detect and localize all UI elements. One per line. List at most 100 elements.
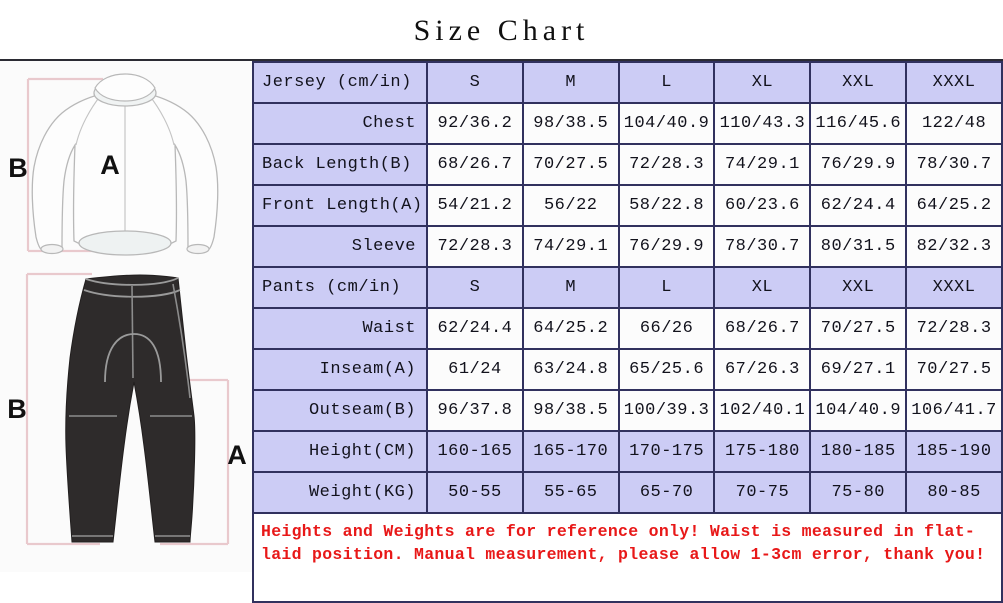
cell-value: 61/24	[426, 348, 524, 391]
cell-value: 98/38.5	[521, 102, 620, 145]
cell-value: 74/29.1	[713, 143, 812, 186]
cell-value: 160-165	[426, 430, 524, 473]
cell-value: 75-80	[809, 471, 908, 514]
size-header-xxxl: XXXL	[905, 61, 1003, 104]
size-header-m: M	[521, 61, 620, 104]
cell-value: 122/48	[905, 102, 1003, 145]
cell-value: 98/38.5	[521, 389, 620, 432]
measurement-note-cell: Heights and Weights are for reference on…	[252, 512, 1003, 603]
cell-value: 175-180	[713, 430, 812, 473]
cell-value: 165-170	[521, 430, 620, 473]
table-row-front-length: Front Length(A) 54/21.2 56/22 58/22.8 60…	[252, 184, 1003, 227]
cell-value: 54/21.2	[426, 184, 524, 227]
cell-value: 104/40.9	[617, 102, 716, 145]
cell-value: 104/40.9	[809, 389, 908, 432]
pants-label-a: A	[227, 440, 247, 470]
jersey-label-b: B	[8, 153, 28, 183]
cell-value: 110/43.3	[713, 102, 812, 145]
table-row-back-length: Back Length(B) 68/26.7 70/27.5 72/28.3 7…	[252, 143, 1003, 186]
pants-label-b: B	[7, 394, 27, 424]
table-row-height: Height(CM) 160-165 165-170 170-175 175-1…	[252, 430, 1003, 473]
row-label: Front Length(A)	[252, 184, 428, 227]
table-row-jersey-header: Jersey (cm/in) S M L XL XXL XXXL	[252, 61, 1003, 104]
cell-value: 80-85	[905, 471, 1003, 514]
size-header-xl: XL	[713, 61, 812, 104]
jersey-diagram-svg: B A	[0, 61, 252, 266]
cell-value: 68/26.7	[426, 143, 524, 186]
row-label: Outseam(B)	[252, 389, 428, 432]
pants-illustration: B A	[0, 266, 252, 572]
page-title: Size Chart	[413, 14, 590, 47]
cell-value: 180-185	[809, 430, 908, 473]
cell-value: 58/22.8	[617, 184, 716, 227]
jersey-label-a: A	[100, 150, 120, 180]
table-row-pants-header: Pants (cm/in) S M L XL XXL XXXL	[252, 266, 1003, 309]
cell-value: 72/28.3	[905, 307, 1003, 350]
cell-value: 96/37.8	[426, 389, 524, 432]
table-row-inseam: Inseam(A) 61/24 63/24.8 65/25.6 67/26.3 …	[252, 348, 1003, 391]
row-label: Height(CM)	[252, 430, 428, 473]
row-label: Chest	[252, 102, 428, 145]
cell-value: 69/27.1	[809, 348, 908, 391]
cell-value: 170-175	[617, 430, 716, 473]
size-header-m: M	[521, 266, 620, 309]
cell-value: 56/22	[521, 184, 620, 227]
size-table-body: Jersey (cm/in) S M L XL XXL XXXL Chest 9…	[252, 61, 1003, 603]
table-row-note: Heights and Weights are for reference on…	[252, 512, 1003, 603]
illustration-panel: B A B A	[0, 61, 252, 572]
cell-value: 55-65	[521, 471, 620, 514]
size-header-l: L	[617, 266, 716, 309]
cell-value: 64/25.2	[521, 307, 620, 350]
cell-value: 60/23.6	[713, 184, 812, 227]
cell-value: 116/45.6	[809, 102, 908, 145]
cell-value: 76/29.9	[617, 225, 716, 268]
cell-value: 70/27.5	[809, 307, 908, 350]
cell-value: 64/25.2	[905, 184, 1003, 227]
row-label: Sleeve	[252, 225, 428, 268]
row-label: Waist	[252, 307, 428, 350]
cell-value: 72/28.3	[426, 225, 524, 268]
cell-value: 70/27.5	[905, 348, 1003, 391]
cell-value: 63/24.8	[521, 348, 620, 391]
cell-value: 106/41.7	[905, 389, 1003, 432]
cell-value: 78/30.7	[905, 143, 1003, 186]
jersey-hem	[78, 230, 172, 256]
table-row-waist: Waist 62/24.4 64/25.2 66/26 68/26.7 70/2…	[252, 307, 1003, 350]
pants-center-seam	[131, 285, 134, 379]
cell-value: 80/31.5	[809, 225, 908, 268]
size-header-xxl: XXL	[809, 61, 908, 104]
table-row-outseam: Outseam(B) 96/37.8 98/38.5 100/39.3 102/…	[252, 389, 1003, 432]
cell-value: 76/29.9	[809, 143, 908, 186]
size-header-s: S	[426, 61, 524, 104]
measurement-note-text: Heights and Weights are for reference on…	[261, 522, 986, 564]
cell-value: 102/40.1	[713, 389, 812, 432]
size-header-xl: XL	[713, 266, 812, 309]
size-header-s: S	[426, 266, 524, 309]
cell-value: 70/27.5	[521, 143, 620, 186]
row-label: Weight(KG)	[252, 471, 428, 514]
row-label: Inseam(A)	[252, 348, 428, 391]
cell-value: 65/25.6	[617, 348, 716, 391]
cell-value: 185-190	[905, 430, 1003, 473]
pants-diagram-svg: B A	[0, 266, 252, 572]
cell-value: 67/26.3	[713, 348, 812, 391]
cell-value: 72/28.3	[617, 143, 716, 186]
size-header-xxxl: XXXL	[905, 266, 1003, 309]
cell-value: 62/24.4	[426, 307, 524, 350]
cell-value: 78/30.7	[713, 225, 812, 268]
cell-value: 74/29.1	[521, 225, 620, 268]
cell-value: 82/32.3	[905, 225, 1003, 268]
row-label: Jersey (cm/in)	[252, 61, 428, 104]
cell-value: 70-75	[713, 471, 812, 514]
title-bar: Size Chart	[0, 0, 1003, 61]
cell-value: 66/26	[617, 307, 716, 350]
cell-value: 68/26.7	[713, 307, 812, 350]
cell-value: 92/36.2	[426, 102, 524, 145]
row-label: Back Length(B)	[252, 143, 428, 186]
row-label: Pants (cm/in)	[252, 266, 428, 309]
table-row-chest: Chest 92/36.2 98/38.5 104/40.9 110/43.3 …	[252, 102, 1003, 145]
jersey-illustration: B A	[0, 61, 252, 266]
cell-value: 100/39.3	[617, 389, 716, 432]
size-table: Jersey (cm/in) S M L XL XXL XXXL Chest 9…	[252, 61, 1003, 603]
size-header-l: L	[617, 61, 716, 104]
